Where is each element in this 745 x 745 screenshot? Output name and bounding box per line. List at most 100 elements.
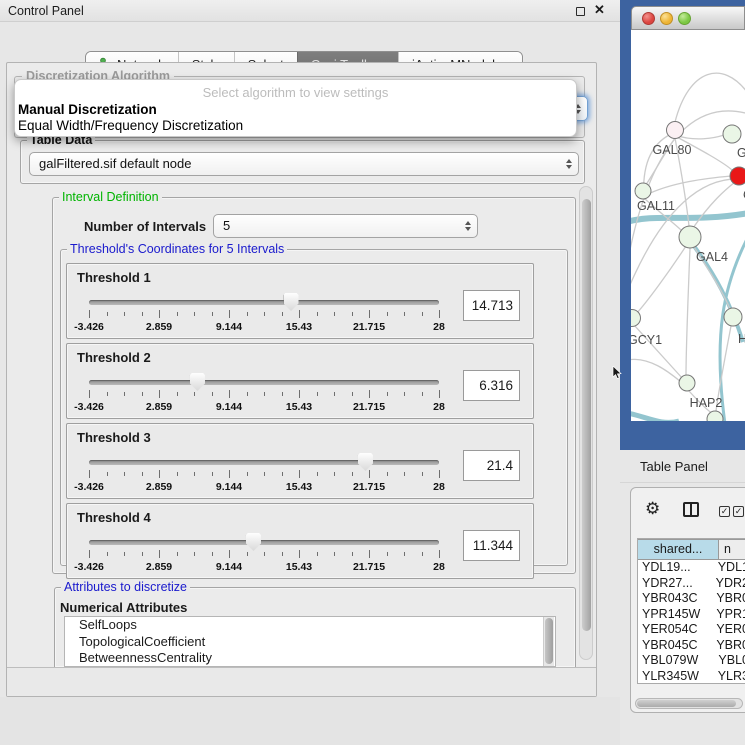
- cell-shared-name: YPR145W: [638, 607, 711, 623]
- slider-track[interactable]: [89, 380, 439, 385]
- checkbox-checked-icon[interactable]: ✓: [733, 506, 744, 517]
- checkbox-checked-icon[interactable]: ✓: [719, 506, 730, 517]
- network-edge[interactable]: [693, 182, 735, 228]
- table-row[interactable]: YDR27... YDR2: [638, 576, 745, 592]
- slider-tick-label: -3.426: [74, 561, 104, 573]
- network-node-hap2[interactable]: [679, 375, 695, 391]
- network-node-gal11[interactable]: [635, 183, 651, 199]
- threshold-value-field[interactable]: 6.316: [463, 370, 520, 401]
- slider-track[interactable]: [89, 300, 439, 305]
- zoom-traffic-light-icon[interactable]: [678, 12, 691, 25]
- attribute-list-item[interactable]: SelfLoops: [65, 617, 555, 634]
- threshold-slider[interactable]: -3.4262.8599.14415.4321.71528: [89, 294, 439, 336]
- gear-icon[interactable]: ⚙: [645, 499, 660, 519]
- table-row[interactable]: YBR043C YBR0: [638, 591, 745, 607]
- threshold-slider[interactable]: -3.4262.8599.14415.4321.71528: [89, 374, 439, 416]
- table-horizontal-scrollbar[interactable]: [635, 698, 743, 709]
- slider-tick: [229, 550, 230, 558]
- network-edge[interactable]: [686, 248, 690, 375]
- column-header-shared-name[interactable]: shared...: [638, 539, 719, 560]
- slider-tick: [247, 472, 248, 476]
- column-header-name[interactable]: n: [719, 539, 745, 560]
- table-row[interactable]: YBL079W YBL0: [638, 653, 745, 669]
- network-node-c[interactable]: [730, 167, 745, 185]
- control-panel-header: Control Panel ✕: [0, 0, 620, 22]
- scrollbar-thumb[interactable]: [582, 199, 591, 631]
- attributes-list-scrollbar[interactable]: [543, 617, 554, 666]
- network-edge[interactable]: [675, 135, 724, 139]
- network-edge[interactable]: [631, 359, 681, 382]
- minimize-traffic-light-icon[interactable]: [660, 12, 673, 25]
- slider-thumb[interactable]: [284, 293, 299, 311]
- scrollbar-thumb[interactable]: [637, 700, 736, 707]
- threshold-value-field[interactable]: 11.344: [463, 530, 520, 561]
- slider-tick: [369, 310, 370, 318]
- network-view-canvas[interactable]: GAL80GACGAL11GAL4GCY1HHAP2: [631, 30, 745, 421]
- slider-tick: [247, 312, 248, 316]
- network-node-gal80[interactable]: [667, 122, 684, 139]
- node-table[interactable]: shared... n YDL19... YDL1 YDR27... YDR2 …: [637, 538, 745, 684]
- slider-tick: [422, 312, 423, 316]
- slider-tick: [264, 552, 265, 556]
- table-row[interactable]: YPR145W YPR1: [638, 607, 745, 623]
- table-row[interactable]: YBR045C YBR0: [638, 638, 745, 654]
- apply-strip: Apply: [7, 667, 596, 696]
- slider-tick: [369, 470, 370, 478]
- network-node-h[interactable]: [724, 308, 742, 326]
- close-traffic-light-icon[interactable]: [642, 12, 655, 25]
- table-row[interactable]: YLR345W YLR3: [638, 669, 745, 685]
- numerical-attributes-list[interactable]: SelfLoopsTopologicalCoefficientBetweenne…: [64, 616, 556, 667]
- scrollbar-thumb[interactable]: [545, 618, 553, 664]
- slider-thumb[interactable]: [358, 453, 373, 471]
- slider-tick: [439, 390, 440, 398]
- threshold-value-field[interactable]: 14.713: [463, 290, 520, 321]
- thresholds-group-title: Threshold's Coordinates for 5 Intervals: [67, 242, 287, 256]
- slider-tick: [124, 472, 125, 476]
- table-row[interactable]: YDL19... YDL1: [638, 560, 745, 576]
- attribute-list-item[interactable]: BetweennessCentrality: [65, 650, 555, 667]
- dropdown-option-manual[interactable]: Manual Discretization: [18, 102, 157, 117]
- network-node[interactable]: [707, 411, 723, 421]
- network-edge-highlighted[interactable]: [631, 413, 679, 421]
- close-icon[interactable]: ✕: [594, 2, 605, 18]
- dropdown-option-equal-width[interactable]: Equal Width/Frequency Discretization: [18, 118, 243, 133]
- network-node-label: H: [738, 332, 745, 346]
- table-rows: YDL19... YDL1 YDR27... YDR2 YBR043C YBR0…: [638, 560, 745, 684]
- slider-tick-labels: -3.4262.8599.14415.4321.71528: [89, 401, 439, 413]
- float-window-icon[interactable]: [576, 7, 585, 16]
- slider-tick-label: 9.144: [216, 401, 242, 413]
- slider-tick: [439, 310, 440, 318]
- slider-tick: [334, 552, 335, 556]
- cell-name: YDR2: [711, 576, 745, 592]
- number-of-intervals-combobox[interactable]: 5: [213, 214, 478, 238]
- network-edge[interactable]: [644, 176, 731, 196]
- slider-track[interactable]: [89, 460, 439, 465]
- slider-tick-label: 2.859: [146, 481, 172, 493]
- network-node-ga[interactable]: [723, 125, 741, 143]
- threshold-slider[interactable]: -3.4262.8599.14415.4321.71528: [89, 534, 439, 576]
- table-panel-toolbar: ⚙ ✓ ✓: [631, 488, 745, 532]
- split-view-icon[interactable]: [683, 502, 699, 517]
- slider-tick: [212, 392, 213, 396]
- table-row[interactable]: YER054C YER0: [638, 622, 745, 638]
- network-node-gcy1[interactable]: [631, 310, 641, 327]
- slider-tick: [352, 552, 353, 556]
- cell-name: YLR3: [713, 669, 745, 685]
- slider-tick: [247, 552, 248, 556]
- threshold-slider[interactable]: -3.4262.8599.14415.4321.71528: [89, 454, 439, 496]
- table-data-combobox[interactable]: galFiltered.sif default node: [29, 152, 579, 176]
- slider-tick: [317, 472, 318, 476]
- network-window-titlebar[interactable]: [631, 6, 745, 30]
- slider-thumb[interactable]: [190, 373, 205, 391]
- slider-tick: [107, 552, 108, 556]
- threshold-value-field[interactable]: 21.4: [463, 450, 520, 481]
- network-node-gal4[interactable]: [679, 226, 701, 248]
- attribute-list-item[interactable]: TopologicalCoefficient: [65, 634, 555, 651]
- slider-tick-label: 2.859: [146, 561, 172, 573]
- slider-tick: [352, 472, 353, 476]
- panel-vertical-scrollbar[interactable]: [579, 186, 593, 660]
- network-edge[interactable]: [675, 73, 745, 122]
- slider-tick: [177, 312, 178, 316]
- slider-track[interactable]: [89, 540, 439, 545]
- slider-thumb[interactable]: [246, 533, 261, 551]
